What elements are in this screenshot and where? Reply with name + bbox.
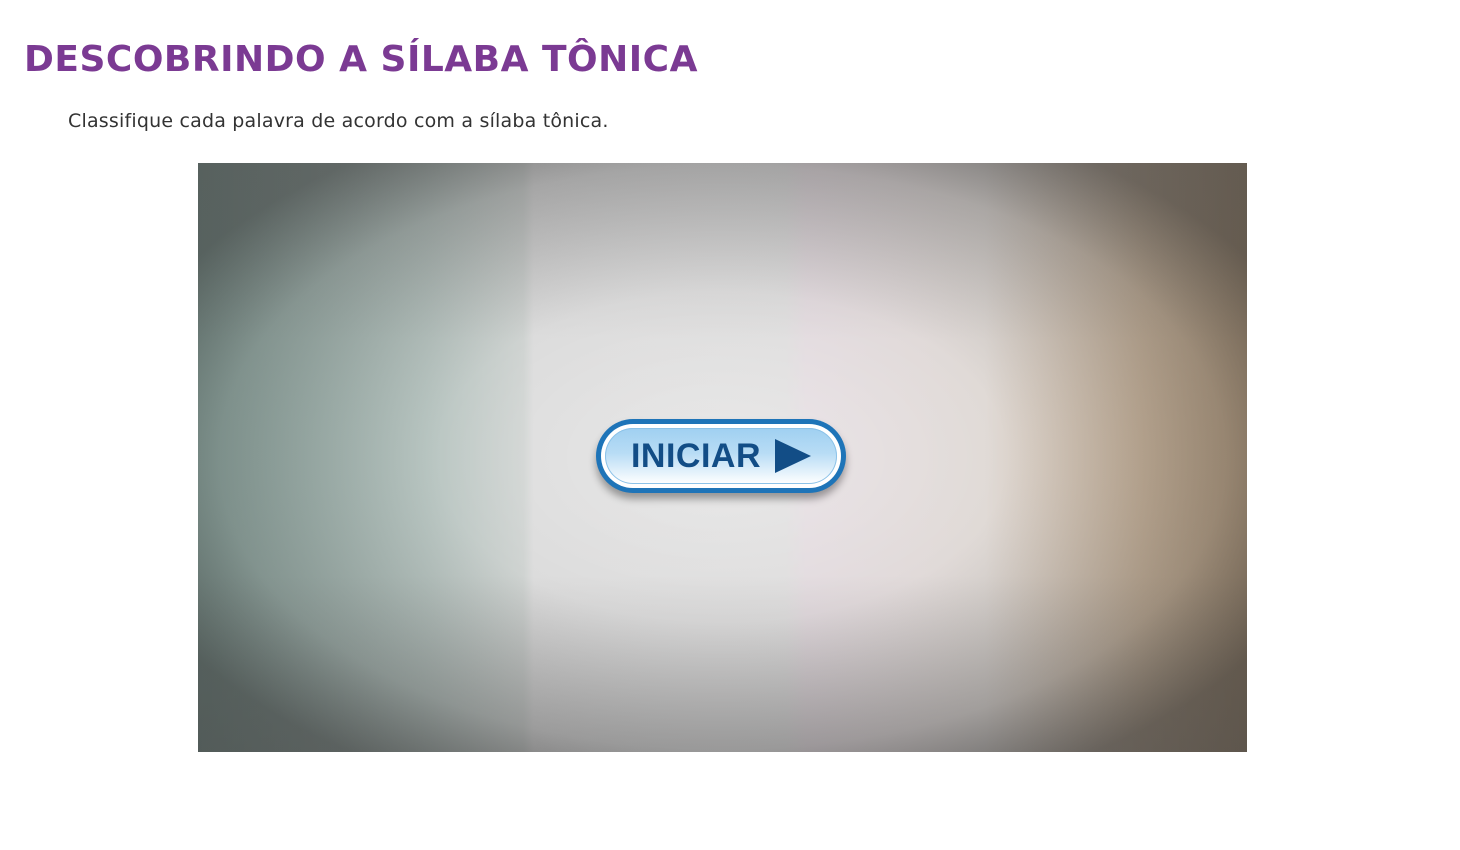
play-icon (775, 439, 812, 473)
page-title: DESCOBRINDO A SÍLABA TÔNICA (24, 39, 698, 80)
page: DESCOBRINDO A SÍLABA TÔNICA Classifique … (0, 0, 1460, 850)
start-button-ring: INICIAR (601, 424, 841, 488)
start-button-face: INICIAR (605, 428, 837, 484)
start-button[interactable]: INICIAR (596, 419, 846, 493)
activity-stage: INICIAR (198, 163, 1247, 752)
activity-instruction: Classifique cada palavra de acordo com a… (68, 110, 609, 132)
start-button-label: INICIAR (630, 437, 762, 475)
